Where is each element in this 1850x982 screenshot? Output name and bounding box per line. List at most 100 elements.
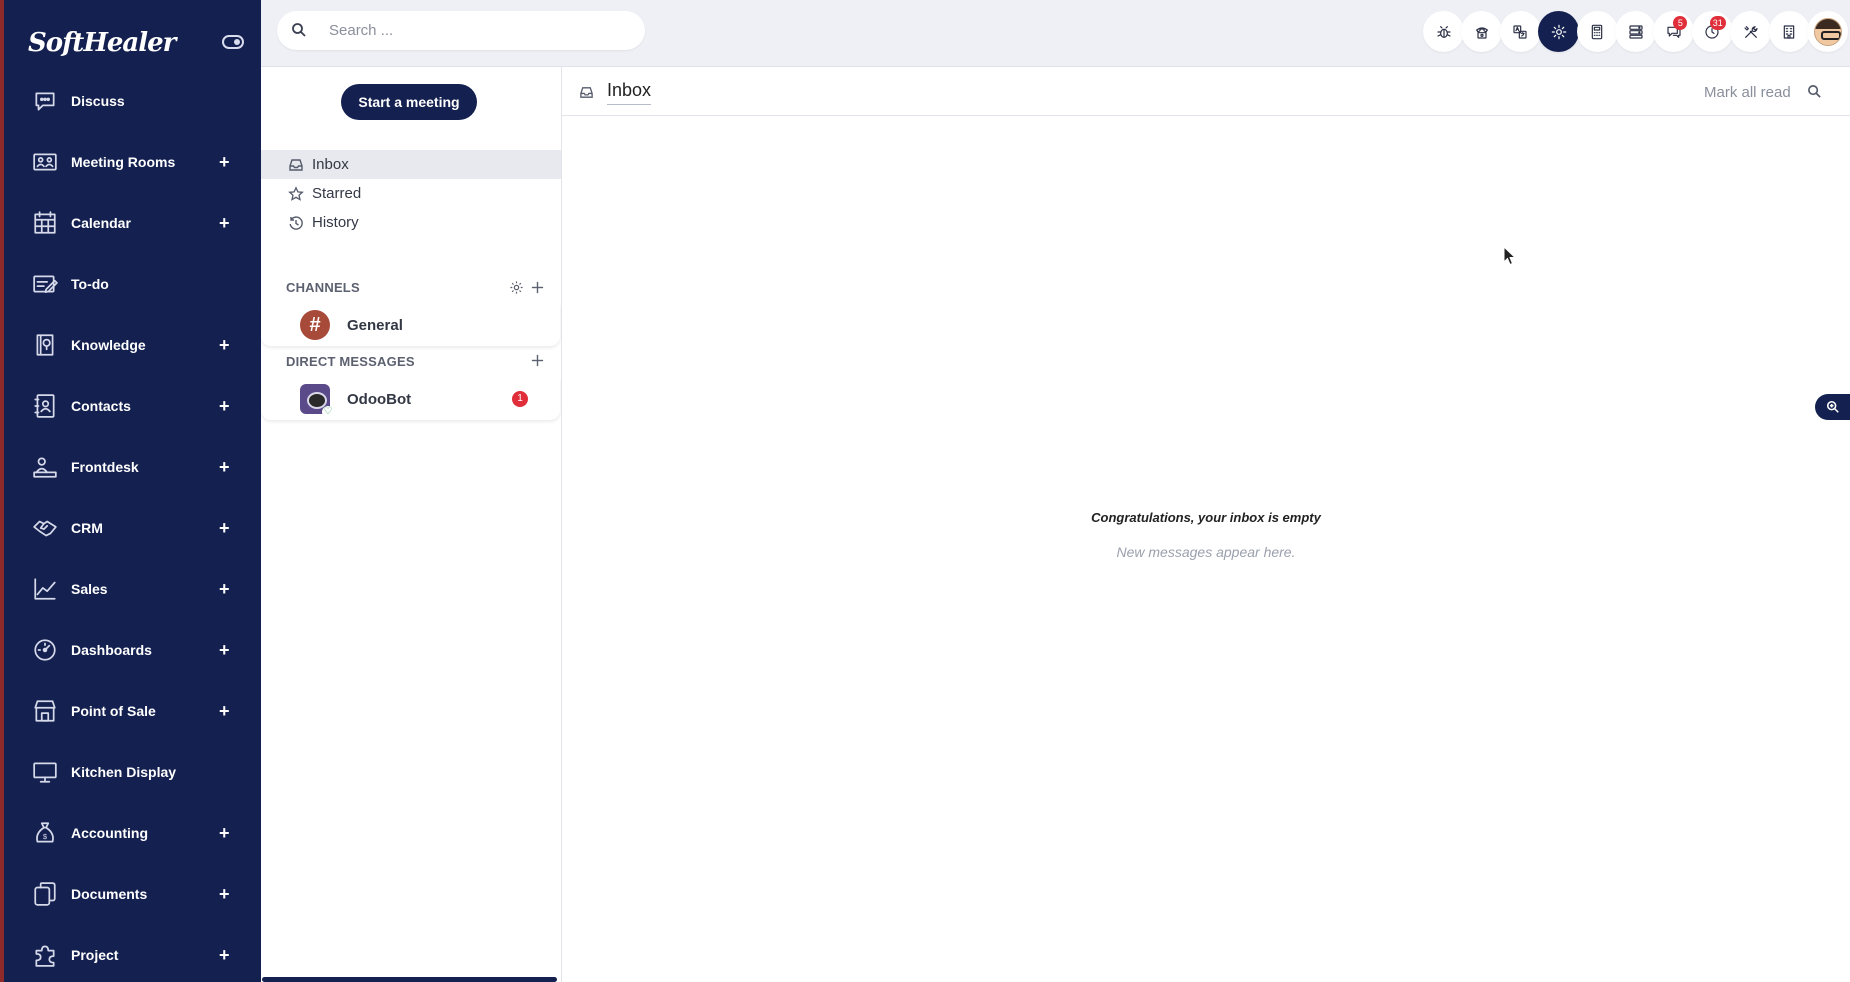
sidebar-item-label: To-do bbox=[71, 275, 109, 292]
expand-plus-icon[interactable]: + bbox=[219, 641, 230, 659]
channel-avatar: # bbox=[300, 310, 330, 340]
sidebar-item-dashboards[interactable]: Dashboards + bbox=[4, 619, 261, 680]
thread-title: Inbox bbox=[607, 80, 652, 105]
server-button[interactable] bbox=[1615, 11, 1656, 52]
sidebar-item-contacts[interactable]: Contacts + bbox=[4, 375, 261, 436]
expand-plus-icon[interactable]: + bbox=[219, 580, 230, 598]
company-building-button[interactable] bbox=[1768, 11, 1810, 52]
mailbox-history[interactable]: History bbox=[261, 208, 561, 237]
sidebar-item-label: Frontdesk bbox=[71, 458, 139, 475]
empty-inbox-subtitle: New messages appear here. bbox=[1116, 544, 1296, 560]
app-sidebar: SoftHealer Discuss Meeting Rooms + Calendar… bbox=[0, 0, 261, 982]
thread-view: Inbox Mark all read Congratulations, you… bbox=[562, 67, 1850, 982]
expand-plus-icon[interactable]: + bbox=[219, 336, 230, 354]
notification-badge: 31 bbox=[1709, 16, 1726, 30]
inbox-icon bbox=[288, 157, 304, 173]
sidebar-item-kitchen-display[interactable]: Kitchen Display bbox=[4, 741, 261, 802]
direct-messages-header[interactable]: DIRECT MESSAGES bbox=[286, 354, 415, 369]
company-building-icon bbox=[1781, 24, 1797, 40]
sidebar-item-documents[interactable]: Documents + bbox=[4, 863, 261, 924]
mailbox-inbox[interactable]: Inbox bbox=[261, 150, 561, 179]
search-icon bbox=[291, 22, 307, 38]
channel-item-general[interactable]: # General bbox=[261, 304, 560, 346]
sidebar-item-crm[interactable]: CRM + bbox=[4, 497, 261, 558]
dashboard-gauge-icon bbox=[32, 637, 58, 663]
store-icon bbox=[32, 698, 58, 724]
expand-plus-icon[interactable]: + bbox=[219, 702, 230, 720]
online-heart-icon: ♡ bbox=[322, 406, 334, 418]
knowledge-book-icon bbox=[32, 332, 58, 358]
thread-search-icon[interactable] bbox=[1807, 84, 1822, 99]
avatar bbox=[1813, 17, 1842, 46]
start-meeting-button[interactable]: Start a meeting bbox=[341, 84, 477, 120]
expand-plus-icon[interactable]: + bbox=[219, 458, 230, 476]
channels-header[interactable]: CHANNELS bbox=[286, 280, 360, 295]
mailbox-starred[interactable]: Starred bbox=[261, 179, 561, 208]
sidebar-item-to-do[interactable]: To-do bbox=[4, 253, 261, 314]
expand-plus-icon[interactable]: + bbox=[219, 153, 230, 171]
empty-inbox-title: Congratulations, your inbox is empty bbox=[1091, 510, 1321, 525]
expand-plus-icon[interactable]: + bbox=[219, 519, 230, 537]
sidebar-item-label: Meeting Rooms bbox=[71, 153, 176, 170]
channel-settings-gear-icon[interactable] bbox=[509, 280, 524, 295]
zoom-in-icon[interactable] bbox=[1815, 394, 1850, 420]
sidebar-item-label: Calendar bbox=[71, 214, 131, 231]
sidebar-item-frontdesk[interactable]: Frontdesk + bbox=[4, 436, 261, 497]
top-bar: 5 31 bbox=[261, 0, 1850, 67]
expand-plus-icon[interactable]: + bbox=[219, 397, 230, 415]
discuss-sidebar-panel: Start a meeting Inbox Starred History CH… bbox=[261, 67, 562, 982]
puzzle-icon bbox=[32, 942, 58, 968]
search-input[interactable] bbox=[329, 19, 629, 41]
user-avatar-button[interactable] bbox=[1807, 11, 1848, 52]
tools-button[interactable] bbox=[1730, 11, 1772, 52]
mouse-cursor-icon bbox=[1503, 246, 1517, 266]
global-search[interactable] bbox=[277, 11, 645, 50]
star-icon bbox=[288, 185, 304, 202]
activity-clock-button[interactable]: 31 bbox=[1691, 11, 1733, 52]
frontdesk-icon bbox=[32, 454, 58, 480]
sidebar-item-knowledge[interactable]: Knowledge + bbox=[4, 314, 261, 375]
sidebar-item-meeting-rooms[interactable]: Meeting Rooms + bbox=[4, 131, 261, 192]
dm-name: OdooBot bbox=[347, 391, 412, 408]
mark-all-read-button[interactable]: Mark all read bbox=[1704, 84, 1791, 101]
expand-plus-icon[interactable]: + bbox=[219, 824, 230, 842]
calculator-button[interactable] bbox=[1576, 11, 1618, 52]
app-window: SoftHealer Discuss Meeting Rooms + Calendar… bbox=[0, 0, 1850, 982]
sidebar-item-label: Contacts bbox=[71, 397, 131, 414]
sidebar-item-calendar[interactable]: Calendar + bbox=[4, 192, 261, 253]
sidebar-item-label: Project bbox=[71, 946, 119, 963]
sidebar-item-label: Kitchen Display bbox=[71, 763, 177, 780]
sidebar-item-discuss[interactable]: Discuss bbox=[4, 70, 261, 131]
sales-chart-icon bbox=[32, 576, 58, 602]
mailbox-label: Starred bbox=[312, 185, 362, 202]
dm-item-odoobot[interactable]: ♡ OdooBot 1 bbox=[261, 378, 560, 420]
server-icon bbox=[1628, 24, 1644, 40]
bug-button[interactable] bbox=[1423, 11, 1464, 52]
translate-button[interactable] bbox=[1499, 11, 1541, 52]
add-channel-plus-icon[interactable] bbox=[530, 280, 545, 295]
phone-icon bbox=[1474, 24, 1490, 40]
expand-plus-icon[interactable]: + bbox=[219, 214, 230, 232]
add-chat-plus-icon[interactable] bbox=[530, 353, 545, 368]
sidebar-item-accounting[interactable]: $ Accounting + bbox=[4, 802, 261, 863]
monitor-icon bbox=[32, 759, 58, 785]
phone-button[interactable] bbox=[1461, 11, 1503, 52]
expand-plus-icon[interactable]: + bbox=[219, 946, 230, 964]
inbox-icon bbox=[579, 85, 594, 100]
expand-plus-icon[interactable]: + bbox=[219, 885, 230, 903]
sidebar-item-project[interactable]: Project + bbox=[4, 924, 261, 982]
sidebar-item-sales[interactable]: Sales + bbox=[4, 558, 261, 619]
messages-button[interactable]: 5 bbox=[1653, 11, 1695, 52]
panel-scrollbar[interactable] bbox=[262, 977, 557, 982]
bug-icon bbox=[1436, 24, 1452, 40]
notification-badge: 5 bbox=[1673, 16, 1688, 30]
sidebar-toggle-icon[interactable] bbox=[222, 35, 244, 49]
sidebar-nav: Discuss Meeting Rooms + Calendar + To-do Knowl… bbox=[4, 70, 261, 982]
sidebar-item-point-of-sale[interactable]: Point of Sale + bbox=[4, 680, 261, 741]
chat-bubble-icon bbox=[32, 88, 58, 114]
gear-icon bbox=[1551, 24, 1567, 40]
brand-logo: SoftHealer bbox=[28, 28, 176, 58]
channel-name: General bbox=[347, 317, 403, 334]
translate-icon bbox=[1512, 24, 1528, 40]
gear-button[interactable] bbox=[1538, 11, 1580, 52]
